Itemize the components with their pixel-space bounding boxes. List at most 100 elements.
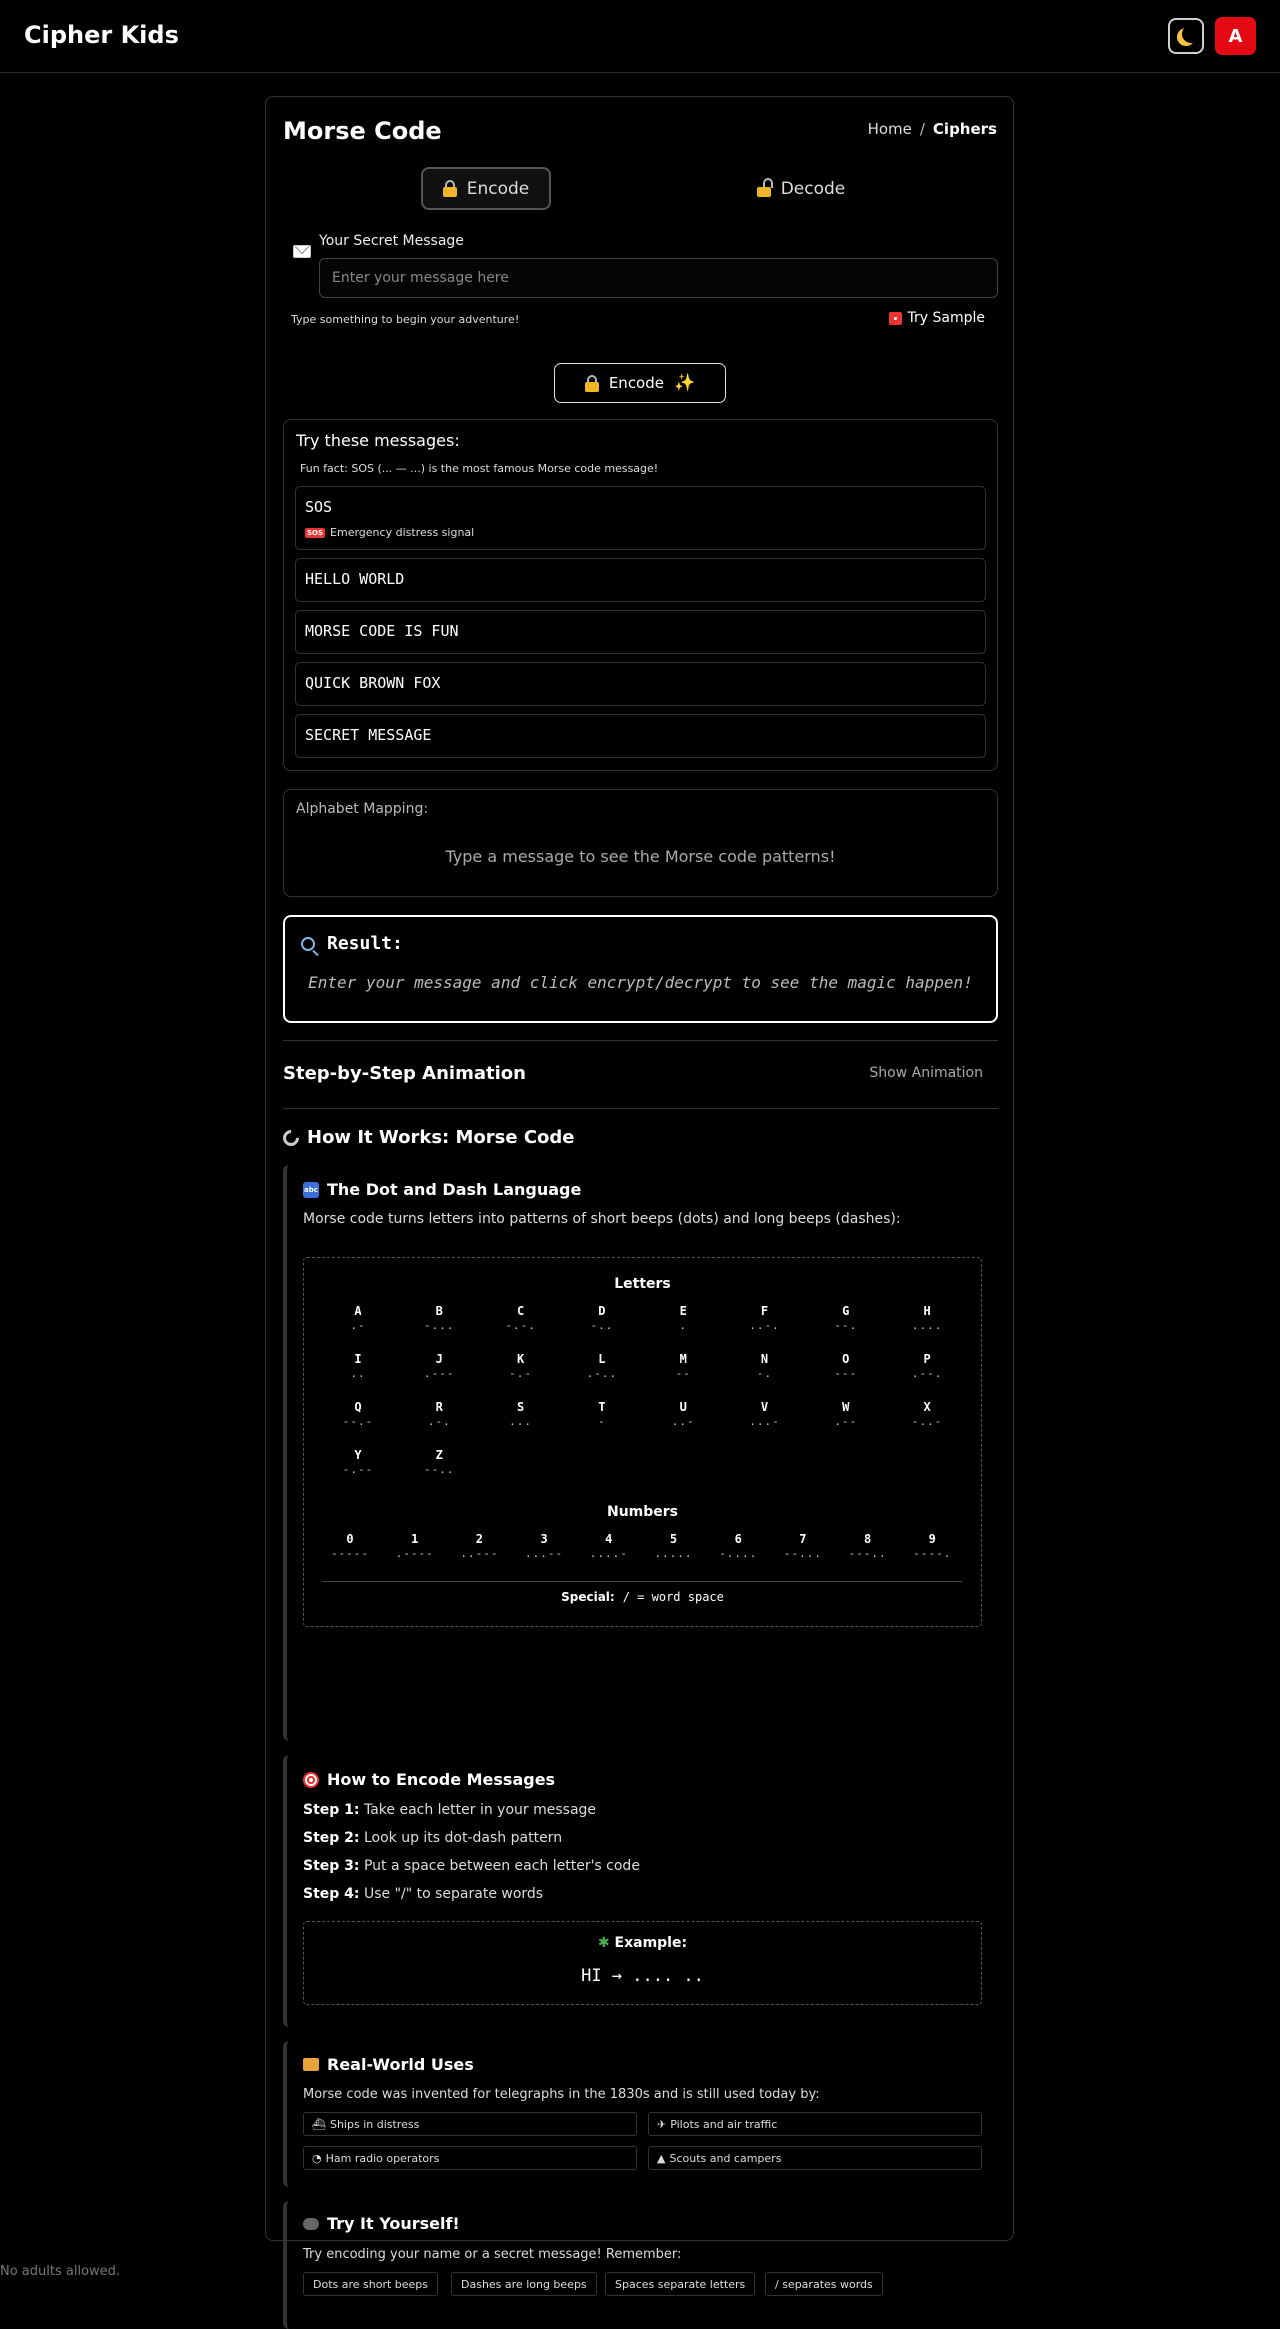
morse-number-4: 4 ....- [579,1532,639,1560]
morse-letter-char: A [354,1304,362,1318]
breadcrumb-home[interactable]: Home [868,120,912,138]
morse-letter-char: I [354,1352,362,1366]
sample-text: SECRET MESSAGE [305,726,432,744]
avatar[interactable]: A [1215,17,1256,55]
tip-chip: / separates words [765,2272,883,2296]
target-icon [303,1771,319,1788]
morse-number-char: 6 [734,1532,742,1546]
encode-button[interactable]: Encode ✨ [554,363,726,403]
morse-letter-m: M -- [653,1352,713,1380]
sample-note: SOS Emergency distress signal [305,526,474,539]
morse-letter-f: F ..-. [735,1304,795,1332]
morse-letter-code: --. [834,1319,858,1332]
morse-letter-char: G [842,1304,850,1318]
morse-letter-g: G --. [816,1304,876,1332]
morse-letter-z: Z --.. [409,1448,469,1476]
morse-letter-char: Y [354,1448,362,1462]
sample-message-sos[interactable]: SOS SOS Emergency distress signal [295,486,986,550]
message-input[interactable] [319,258,998,298]
special-row: Special: / = word space [304,1590,981,1604]
morse-letter-code: ..-. [749,1319,780,1332]
morse-number-char: 2 [475,1532,483,1546]
morse-letter-code: -... [424,1319,455,1332]
how-to-encode-section: How to Encode Messages Step 1: Take each… [283,1755,998,2027]
morse-letter-code: ...- [749,1415,780,1428]
tip-chip: Spaces separate letters [605,2272,756,2296]
morse-letter-code: .... [911,1319,943,1332]
how-to-encode-title-text: How to Encode Messages [327,1770,556,1789]
dot-dash-title-text: The Dot and Dash Language [327,1180,582,1199]
show-animation-button[interactable]: Show Animation [869,1065,983,1081]
sos-icon: SOS [305,527,326,538]
tip-chip: Dots are short beeps [303,2272,439,2296]
sample-message-quick-brown-fox[interactable]: QUICK BROWN FOX [295,662,986,706]
airplane-icon: ✈ [657,2117,667,2131]
morse-letter-y: Y -.-- [328,1448,388,1476]
morse-number-char: 5 [669,1532,678,1546]
step-3: Step 3: Put a space between each letter'… [303,1858,640,1874]
morse-letter-code: .. [350,1367,366,1380]
tab-decode-label: Decode [780,178,846,199]
morse-number-0: 0 ----- [320,1532,380,1560]
puzzle-icon: ✱ [597,1935,610,1951]
morse-letter-char: B [435,1304,443,1318]
morse-letter-char: Z [435,1448,443,1462]
fun-fact: Fun fact: SOS (... — ...) is the most fa… [300,462,659,475]
theme-toggle-button[interactable] [1168,18,1204,54]
divider [283,1108,998,1109]
morse-number-char: 3 [540,1532,548,1546]
morse-letter-code: .--- [424,1367,455,1380]
suggestions-title: Try these messages: [296,431,460,450]
morse-number-char: 7 [799,1532,807,1546]
mapping-label: Alphabet Mapping: [296,801,429,817]
morse-letter-code: --.- [342,1415,374,1428]
morse-letter-code: ... [509,1415,533,1428]
morse-letter-code: -.-- [342,1463,374,1476]
morse-letter-code: -.- [509,1367,533,1380]
morse-letter-a: A .- [328,1304,388,1332]
page-title: Morse Code [283,117,442,145]
sample-message-morse-code-is-fun[interactable]: MORSE CODE IS FUN [295,610,986,654]
morse-number-8: 8 ---.. [838,1532,898,1560]
try-sample-button[interactable]: Try Sample [888,310,985,326]
use-item-ships: ⛴ Ships in distress [303,2112,637,2136]
morse-number-code: ----. [913,1547,952,1560]
divider [322,1581,962,1582]
letters-title: Letters [614,1276,671,1292]
morse-letter-code: .--. [911,1367,943,1380]
sample-message-secret-message[interactable]: SECRET MESSAGE [295,714,986,758]
how-it-works-title-text: How It Works: Morse Code [307,1127,575,1148]
morse-number-9: 9 ----. [902,1532,962,1560]
try-sample-label: Try Sample [907,310,985,326]
breadcrumb: Home / Ciphers [868,120,997,138]
tab-encode[interactable]: Encode [421,167,551,210]
morse-number-3: 3 ...-- [514,1532,574,1560]
mapping-empty-state: Type a message to see the Morse code pat… [445,847,836,866]
tab-encode-label: Encode [466,178,530,199]
morse-letter-d: D -.. [572,1304,632,1332]
sparkles-icon: ✨ [674,373,696,393]
tab-decode[interactable]: Decode [736,167,866,210]
morse-letter-char: T [598,1400,606,1414]
morse-letter-l: L .-.. [572,1352,632,1380]
morse-letter-n: N -. [735,1352,795,1380]
morse-letter-code: -..- [911,1415,943,1428]
dot-dash-title: abc The Dot and Dash Language [303,1180,581,1199]
satellite-icon [279,1126,303,1149]
example-title: ✱ Example: [597,1935,688,1951]
dot-dash-description: Morse code turns letters into patterns o… [303,1211,901,1227]
sample-message-hello-world[interactable]: HELLO WORLD [295,558,986,602]
moon-icon [1182,25,1200,43]
result-panel: Result: Enter your message and click enc… [283,915,998,1023]
morse-letter-b: B -... [409,1304,469,1332]
morse-number-7: 7 --... [773,1532,833,1560]
step-4: Step 4: Use "/" to separate words [303,1886,544,1902]
unlock-icon [756,178,773,197]
try-it-yourself-title-text: Try It Yourself! [327,2214,460,2233]
morse-letter-code: -.-. [505,1319,536,1332]
game-controller-icon [303,2217,319,2230]
top-bar: Cipher Kids A [0,0,1280,73]
morse-number-2: 2 ..--- [449,1532,509,1560]
app-brand[interactable]: Cipher Kids [24,21,179,49]
morse-letter-char: Q [354,1400,362,1414]
